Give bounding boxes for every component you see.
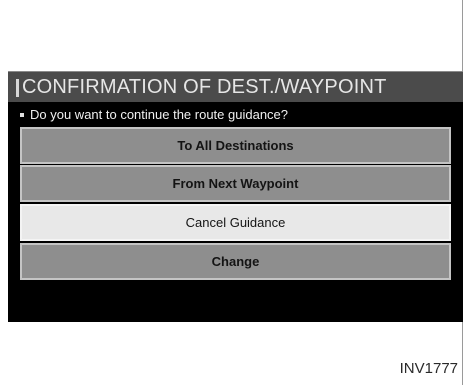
option-label: Change [211, 254, 260, 269]
question-text: Do you want to continue the route guidan… [30, 107, 289, 122]
option-label: To All Destinations [177, 138, 294, 153]
dialog-title: CONFIRMATION OF DEST./WAYPOINT [22, 76, 387, 98]
cancel-guidance-button[interactable]: Cancel Guidance [20, 204, 451, 241]
figure-code: INV1777 [399, 360, 458, 377]
change-button[interactable]: Change [20, 243, 451, 280]
option-label: Cancel Guidance [185, 215, 286, 230]
option-label: From Next Waypoint [172, 176, 299, 191]
dialog-title-bar: CONFIRMATION OF DEST./WAYPOINT [8, 71, 463, 102]
to-all-destinations-button[interactable]: To All Destinations [20, 127, 451, 164]
question-row: Do you want to continue the route guidan… [8, 104, 463, 125]
navigation-screen: CONFIRMATION OF DEST./WAYPOINT Do you wa… [8, 71, 463, 322]
bullet-icon [20, 113, 24, 117]
title-accent-bar [16, 79, 19, 97]
figure-frame: CONFIRMATION OF DEST./WAYPOINT Do you wa… [0, 0, 463, 385]
from-next-waypoint-button[interactable]: From Next Waypoint [20, 165, 451, 202]
